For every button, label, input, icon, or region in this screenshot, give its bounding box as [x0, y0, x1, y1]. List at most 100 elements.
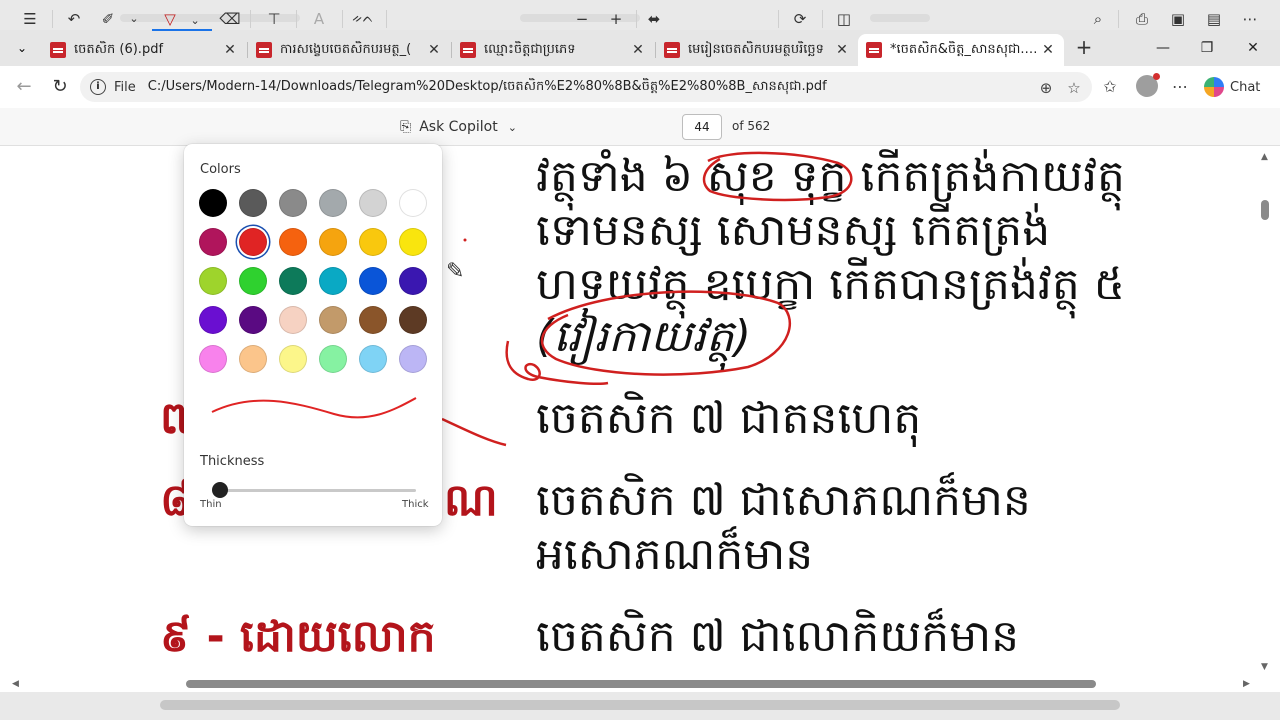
star-icon[interactable]: ☆	[1064, 78, 1084, 98]
copilot-chat-button[interactable]: Chat	[1204, 74, 1260, 100]
color-swatch[interactable]	[359, 267, 387, 295]
url-text[interactable]: C:/Users/Modern-14/Downloads/Telegram%20…	[148, 78, 827, 97]
color-swatch[interactable]	[399, 306, 427, 334]
minimize-button[interactable]: —	[1148, 36, 1178, 60]
zoom-out-button[interactable]: −	[570, 7, 594, 31]
colors-heading: Colors	[200, 162, 241, 177]
color-swatch[interactable]	[359, 306, 387, 334]
tab-title: ឈ្មោះចិត្តជាប្រភេទ	[484, 41, 576, 57]
color-swatch[interactable]	[279, 189, 307, 217]
tab-3[interactable]: ឈ្មោះចិត្តជាប្រភេទ ✕	[452, 34, 654, 66]
scroll-left-icon[interactable]: ◀	[12, 679, 19, 689]
eraser-icon[interactable]: ⌫	[218, 7, 242, 31]
color-swatch[interactable]	[399, 189, 427, 217]
zoom-icon[interactable]: ⊕	[1036, 78, 1056, 98]
contents-icon[interactable]: ☰	[18, 7, 42, 31]
text-box-icon[interactable]: ⊤	[262, 7, 286, 31]
scroll-up-icon[interactable]: ▲	[1261, 152, 1268, 162]
close-window-button[interactable]: ✕	[1238, 36, 1268, 60]
chevron-down-icon: ⌄	[507, 120, 517, 134]
tab-title: មេរៀនចេតសិកបរមត្ថបរិច្ឆេទ	[688, 41, 824, 57]
color-swatch[interactable]	[239, 345, 267, 373]
color-swatch[interactable]	[239, 228, 267, 256]
page-number-input[interactable]: 44	[682, 114, 722, 140]
color-swatch[interactable]	[399, 267, 427, 295]
color-swatch[interactable]	[279, 306, 307, 334]
color-swatch[interactable]	[359, 189, 387, 217]
refresh-button[interactable]: ↻	[48, 75, 72, 99]
back-button[interactable]: ←	[12, 75, 36, 99]
print-icon[interactable]: ⎙	[1130, 7, 1154, 31]
color-swatch[interactable]	[359, 345, 387, 373]
zoom-in-button[interactable]: +	[604, 7, 628, 31]
color-swatch[interactable]	[319, 189, 347, 217]
color-swatch[interactable]	[319, 306, 347, 334]
undo-icon[interactable]: ↶	[62, 7, 86, 31]
color-swatch[interactable]	[279, 228, 307, 256]
page-view-icon[interactable]: ◫	[832, 7, 856, 31]
chevron-down-icon: ⌄	[190, 14, 200, 27]
save-icon[interactable]: ▣	[1166, 7, 1190, 31]
color-swatch[interactable]	[199, 267, 227, 295]
ink-circle-1	[702, 151, 853, 202]
vertical-scroll-thumb[interactable]	[1261, 200, 1269, 220]
highlight-icon[interactable]: ✐	[96, 7, 120, 31]
color-swatch[interactable]	[199, 189, 227, 217]
color-swatch[interactable]	[399, 228, 427, 256]
more-icon[interactable]: ⋯	[1238, 7, 1262, 31]
vertical-scrollbar[interactable]	[1258, 147, 1272, 677]
pdf-file-icon	[664, 42, 680, 58]
avatar[interactable]	[1136, 73, 1160, 97]
tab-actions-menu-button[interactable]: ⌄	[8, 35, 36, 61]
chevron-down-icon[interactable]: ⌄	[124, 7, 144, 31]
save-as-icon[interactable]: ▤	[1202, 7, 1226, 31]
color-swatch[interactable]	[239, 267, 267, 295]
close-icon[interactable]: ✕	[426, 42, 442, 58]
address-bar[interactable]: i File C:/Users/Modern-14/Downloads/Tele…	[80, 72, 1092, 102]
more-icon[interactable]: ⋯	[1168, 75, 1192, 99]
window-bottom-strip	[0, 692, 1280, 720]
thickness-slider-thumb[interactable]	[212, 482, 229, 498]
scroll-right-icon[interactable]: ▶	[1243, 679, 1250, 689]
close-icon[interactable]: ✕	[222, 42, 238, 58]
color-swatch[interactable]	[239, 189, 267, 217]
color-swatch[interactable]	[199, 306, 227, 334]
color-swatch[interactable]	[319, 267, 347, 295]
info-icon[interactable]: i	[90, 79, 106, 95]
restore-button[interactable]: ❐	[1192, 36, 1222, 60]
tab-4[interactable]: មេរៀនចេតសិកបរមត្ថបរិច្ឆេទ ✕	[656, 34, 858, 66]
tab-5-active[interactable]: *ចេតសិក&ចិត្ត_សានសុជា.pdf ✕	[858, 34, 1064, 66]
horizontal-scroll-thumb[interactable]	[186, 680, 1096, 688]
scroll-down-icon[interactable]: ▼	[1261, 662, 1268, 672]
close-icon[interactable]: ✕	[630, 42, 646, 58]
color-swatch[interactable]	[319, 228, 347, 256]
rotate-icon[interactable]: ⟳	[788, 7, 812, 31]
color-swatch[interactable]	[279, 267, 307, 295]
new-tab-button[interactable]: +	[1072, 36, 1096, 60]
color-swatch[interactable]	[239, 306, 267, 334]
color-swatch[interactable]	[319, 345, 347, 373]
pdf-file-icon	[50, 42, 66, 58]
pen-cursor-icon: ✎	[446, 259, 465, 284]
pdf-file-icon	[460, 42, 476, 58]
tab-2[interactable]: ការសង្ខេបចេតសិកបរមត្ថ_( ✕	[248, 34, 450, 66]
translate-icon[interactable]: ᨀᨈ	[350, 7, 376, 31]
close-icon[interactable]: ✕	[1040, 42, 1056, 58]
search-icon[interactable]: ⌕	[1086, 7, 1110, 31]
thickness-slider-track[interactable]	[214, 489, 416, 492]
draw-tool-button[interactable]: ▽ ⌄	[152, 7, 212, 31]
color-swatch[interactable]	[359, 228, 387, 256]
ink-stroke	[441, 417, 507, 447]
tab-bar: ⌄ ចេតសិក (6).pdf ✕ ការសង្ខេបចេតសិកបរមត្ថ…	[0, 30, 1280, 66]
tab-1[interactable]: ចេតសិក (6).pdf ✕	[42, 34, 246, 66]
color-swatch[interactable]	[279, 345, 307, 373]
read-aloud-icon[interactable]: A	[306, 7, 332, 31]
ask-copilot-button[interactable]: ⎘ Ask Copilot ⌄	[400, 115, 517, 139]
color-swatch[interactable]	[199, 345, 227, 373]
favorites-icon[interactable]: ✩	[1098, 75, 1122, 99]
close-icon[interactable]: ✕	[834, 42, 850, 58]
color-swatch[interactable]	[399, 345, 427, 373]
page-count: of 562	[732, 119, 771, 133]
fit-width-icon[interactable]: ⬌	[642, 7, 666, 31]
color-swatch[interactable]	[199, 228, 227, 256]
